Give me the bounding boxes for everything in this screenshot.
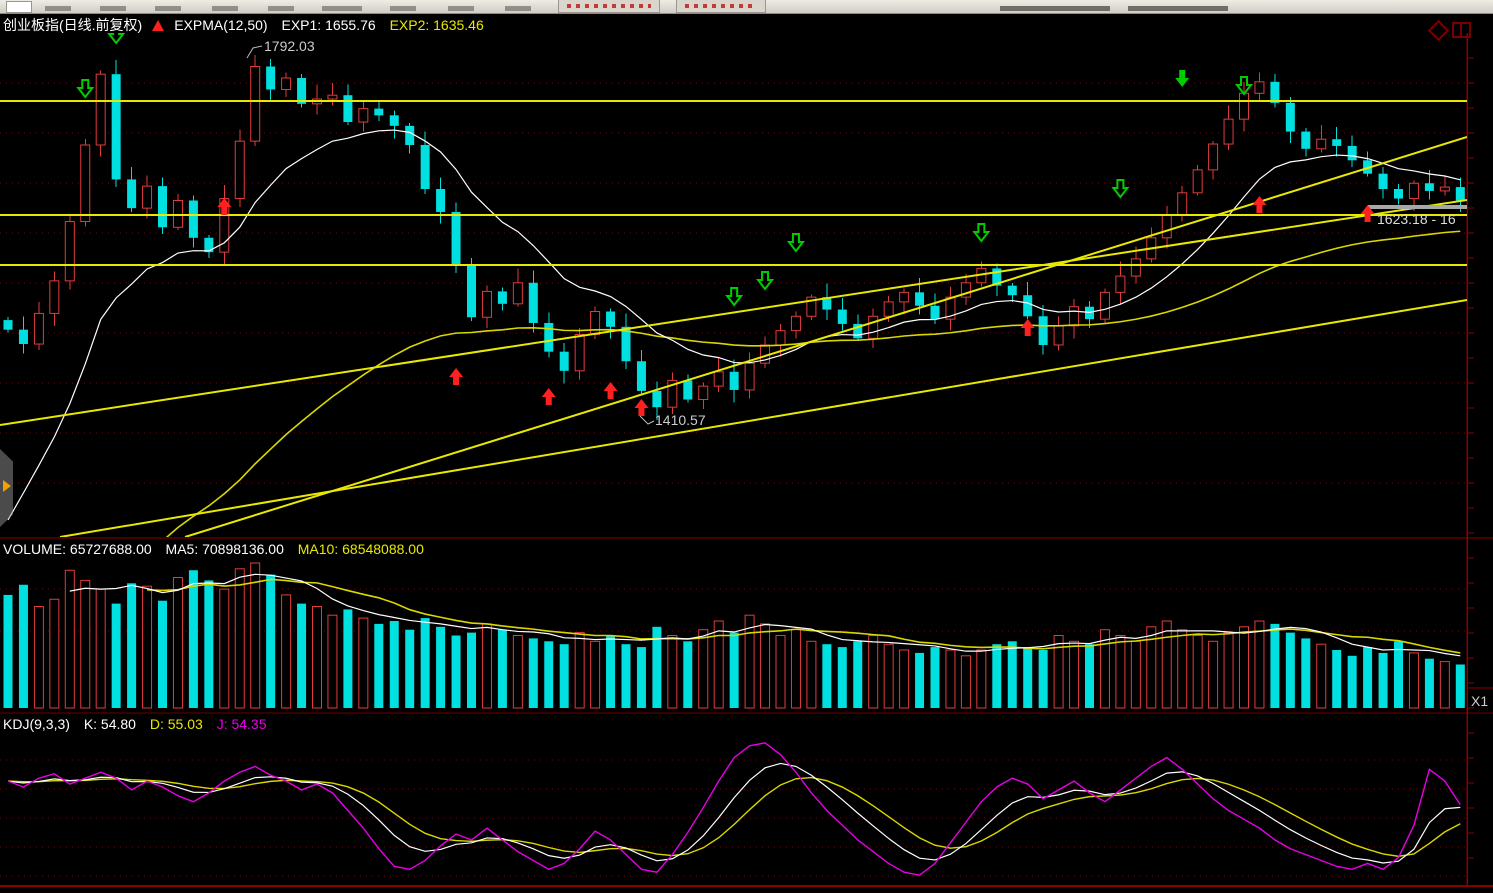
kdj-j-value: J: 54.35 — [217, 716, 267, 732]
main-chart-header: 创业板指(日线.前复权) EXPMA(12,50) EXP1: 1655.76 E… — [3, 15, 494, 35]
chart-title: 创业板指(日线.前复权) — [3, 17, 142, 33]
kdj-k-value: K: 54.80 — [84, 716, 136, 732]
volume-header: VOLUME: 65727688.00 MA5: 70898136.00 MA1… — [3, 541, 434, 557]
expand-arrow-icon[interactable] — [3, 480, 11, 492]
axis-scale-label: X1 — [1471, 693, 1488, 709]
up-arrow-icon — [152, 20, 164, 31]
volume-ma5-value: MA5: 70898136.00 — [166, 541, 284, 557]
last-price-label: 1623.18 - 16 — [1377, 211, 1456, 227]
volume-value: VOLUME: 65727688.00 — [3, 541, 152, 557]
indicator-name: EXPMA(12,50) — [174, 17, 267, 33]
exp1-value: EXP1: 1655.76 — [281, 17, 375, 33]
exp2-value: EXP2: 1635.46 — [390, 17, 484, 33]
kdj-header: KDJ(9,3,3) K: 54.80 D: 55.03 J: 54.35 — [3, 716, 277, 732]
volume-ma10-value: MA10: 68548088.00 — [298, 541, 424, 557]
chart-canvas[interactable] — [0, 0, 1493, 893]
app-window: 创业板指(日线.前复权) EXPMA(12,50) EXP1: 1655.76 E… — [0, 0, 1493, 893]
kdj-name: KDJ(9,3,3) — [3, 716, 70, 732]
kdj-d-value: D: 55.03 — [150, 716, 203, 732]
trough-price-label: 1410.57 — [655, 412, 706, 428]
split-window-icon[interactable] — [1452, 22, 1471, 38]
peak-price-label: 1792.03 — [264, 38, 315, 54]
